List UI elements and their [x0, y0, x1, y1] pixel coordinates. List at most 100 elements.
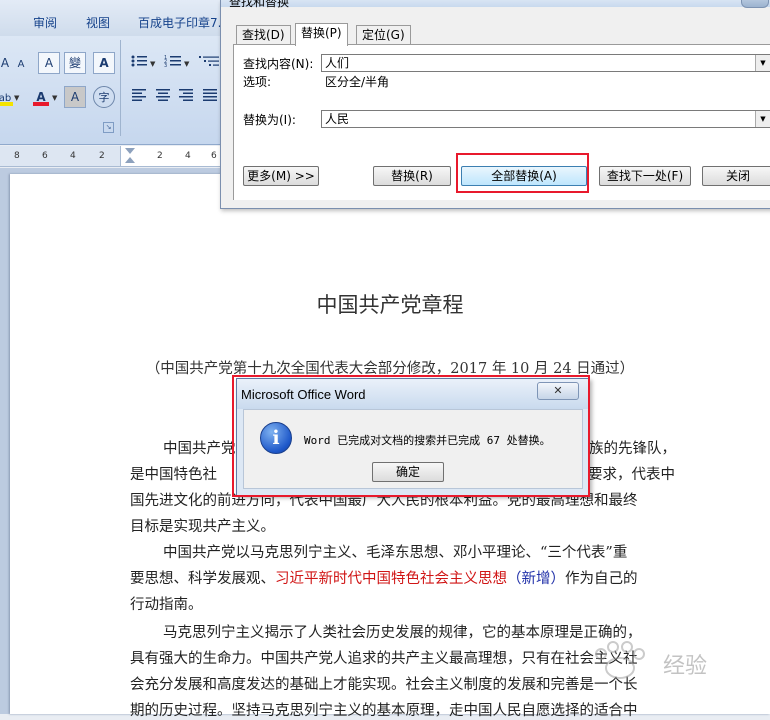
- char-border-icon: A: [99, 56, 109, 70]
- first-line-indent-marker-icon[interactable]: [125, 148, 135, 154]
- paragraph-line: 中国共产党: [163, 441, 236, 457]
- watermark-logo: 经验: [585, 640, 735, 684]
- ok-button[interactable]: 确定: [372, 462, 444, 482]
- find-what-dropdown-icon[interactable]: ▼: [755, 55, 770, 71]
- highlight-dropdown-icon[interactable]: ▼: [14, 94, 19, 102]
- tab-find[interactable]: 查找(D): [236, 25, 291, 45]
- ruler-tick: 6: [211, 151, 217, 161]
- paragraph-line: 要思想、科学发展观、习近平新时代中国特色社会主义思想（新增）作为自己的: [130, 567, 638, 588]
- options-value: 区分全/半角: [325, 75, 390, 89]
- document-title: 中国共产党章程: [316, 293, 464, 317]
- highlight-color-swatch: [0, 102, 13, 106]
- replace-button[interactable]: 替换(R): [373, 166, 451, 186]
- paragraph-text: 要思想、科学发展观、: [130, 571, 275, 587]
- font-color-dropdown-icon[interactable]: ▼: [52, 94, 57, 102]
- find-replace-close-icon[interactable]: [741, 0, 769, 8]
- group-divider: [120, 40, 121, 136]
- align-center-icon: [156, 89, 170, 101]
- replace-with-dropdown-icon[interactable]: ▼: [755, 111, 770, 127]
- text-highlight-button[interactable]: ab: [0, 86, 14, 108]
- find-replace-dialog: 查找和替换 查找(D) 替换(P) 定位(G) 查找内容(N): 人们 ▼ 选项…: [220, 0, 770, 209]
- numbering-button[interactable]: 123: [162, 52, 184, 74]
- bullets-icon: [131, 55, 147, 67]
- options-label: 选项:: [243, 75, 272, 89]
- align-center-button[interactable]: [152, 86, 174, 108]
- new-tag: （新增）: [507, 571, 565, 587]
- align-right-button[interactable]: [175, 86, 197, 108]
- message-box-close-icon[interactable]: ✕: [537, 382, 579, 400]
- font-color-swatch: [33, 102, 49, 106]
- shrink-font-icon: A: [17, 59, 25, 70]
- paragraph-line: 具有强大的生命力。中国共产党人追求的共产主义最高理想，只有在社会主义社: [130, 651, 638, 667]
- numbering-dropdown-icon[interactable]: ▼: [184, 60, 189, 68]
- justify-icon: [203, 89, 217, 101]
- info-icon: i: [260, 422, 292, 454]
- message-text: Word 已完成对文档的搜索并已完成 67 处替换。: [304, 434, 551, 447]
- align-right-icon: [179, 89, 193, 101]
- paragraph-line: 中国共产党以马克思列宁主义、毛泽东思想、邓小平理论、“三个代表”重: [163, 545, 628, 561]
- numbering-icon: 123: [164, 55, 181, 69]
- svg-text:3: 3: [164, 63, 167, 69]
- ruler-tick: 4: [185, 151, 191, 161]
- find-replace-title: 查找和替换: [229, 0, 290, 9]
- tab-replace[interactable]: 替换(P): [295, 23, 348, 46]
- tab-goto[interactable]: 定位(G): [356, 25, 411, 45]
- message-box: Microsoft Office Word ✕ i Word 已完成对文档的搜索…: [236, 378, 590, 496]
- find-what-value: 人们: [325, 56, 350, 70]
- replace-all-button[interactable]: 全部替换(A): [461, 166, 587, 186]
- paragraph-line: 是中国特色社: [130, 467, 217, 483]
- paragraph-line: 会充分发展和高度发达的基础上才能实现。社会主义制度的发展和完善是一个长: [130, 677, 638, 693]
- align-left-icon: [132, 89, 146, 101]
- menu-review[interactable]: 审阅: [33, 14, 57, 31]
- clear-format-icon: A: [44, 56, 54, 70]
- align-left-button[interactable]: [128, 86, 150, 108]
- find-replace-titlebar[interactable]: [221, 0, 770, 7]
- message-box-title: Microsoft Office Word: [241, 387, 366, 402]
- ruler-text-area[interactable]: 2 4 6: [120, 146, 223, 166]
- ruler-tick: 2: [99, 151, 105, 161]
- paragraph-line: 要求，代表中: [588, 467, 675, 483]
- bullets-button[interactable]: [128, 52, 150, 74]
- paragraph-line: 行动指南。: [130, 597, 203, 613]
- find-what-input[interactable]: 人们 ▼: [321, 54, 770, 72]
- phonetic-guide-icon: 變: [68, 56, 81, 70]
- bullets-dropdown-icon[interactable]: ▼: [150, 60, 155, 68]
- watermark-paw-icon: [595, 641, 645, 679]
- multilevel-list-icon: [199, 56, 219, 66]
- close-button[interactable]: 关闭: [702, 166, 770, 186]
- find-what-label: 查找内容(N):: [243, 57, 314, 71]
- font-dialog-launcher-icon[interactable]: ↘: [103, 122, 114, 133]
- find-next-button[interactable]: 查找下一处(F): [599, 166, 691, 186]
- clear-format-button[interactable]: A: [38, 52, 60, 74]
- paragraph-text: 作为自己的: [565, 571, 638, 587]
- ruler-tick: 8: [14, 151, 20, 161]
- document-subtitle: （中国共产党第十九次全国代表大会部分修改，2017 年 10 月 24 日通过）: [145, 361, 635, 377]
- menu-view[interactable]: 视图: [86, 14, 110, 31]
- hanging-indent-marker-icon[interactable]: [125, 157, 135, 163]
- paragraph-line: 期的历史过程。坚持马克思列宁主义的基本原理，走中国人民自愿选择的适合中: [130, 703, 638, 719]
- char-border-button[interactable]: A: [93, 52, 115, 74]
- replace-with-label: 替换为(I):: [243, 113, 296, 127]
- char-shading-icon: A: [70, 90, 80, 104]
- new-content-highlight: 习近平新时代中国特色社会主义思想: [275, 571, 507, 587]
- char-shading-button[interactable]: A: [64, 86, 86, 108]
- grow-font-icon: A: [0, 56, 10, 70]
- message-box-body: i Word 已完成对文档的搜索并已完成 67 处替换。 确定: [243, 409, 583, 489]
- more-button[interactable]: 更多(M) >>: [243, 166, 319, 186]
- paragraph-line: 目标是实现共产主义。: [130, 519, 275, 535]
- shrink-font-button[interactable]: A: [10, 52, 32, 74]
- ruler-tick: 6: [42, 151, 48, 161]
- enclose-char-button[interactable]: 字: [93, 86, 115, 108]
- menu-seal-addin[interactable]: 百成电子印章7.: [138, 14, 221, 31]
- font-color-button[interactable]: A: [30, 86, 52, 108]
- justify-button[interactable]: [199, 86, 221, 108]
- ruler-tick: 2: [157, 151, 163, 161]
- replace-with-value: 人民: [325, 112, 350, 126]
- phonetic-guide-button[interactable]: 變: [64, 52, 86, 74]
- watermark-text: 经验: [663, 654, 708, 679]
- paragraph-line: 马克思列宁主义揭示了人类社会历史发展的规律，它的基本原理是正确的，: [163, 625, 642, 641]
- replace-with-input[interactable]: 人民 ▼: [321, 110, 770, 128]
- multilevel-list-button[interactable]: [196, 52, 222, 74]
- enclose-char-icon: 字: [98, 91, 110, 104]
- ruler-tick: 4: [70, 151, 76, 161]
